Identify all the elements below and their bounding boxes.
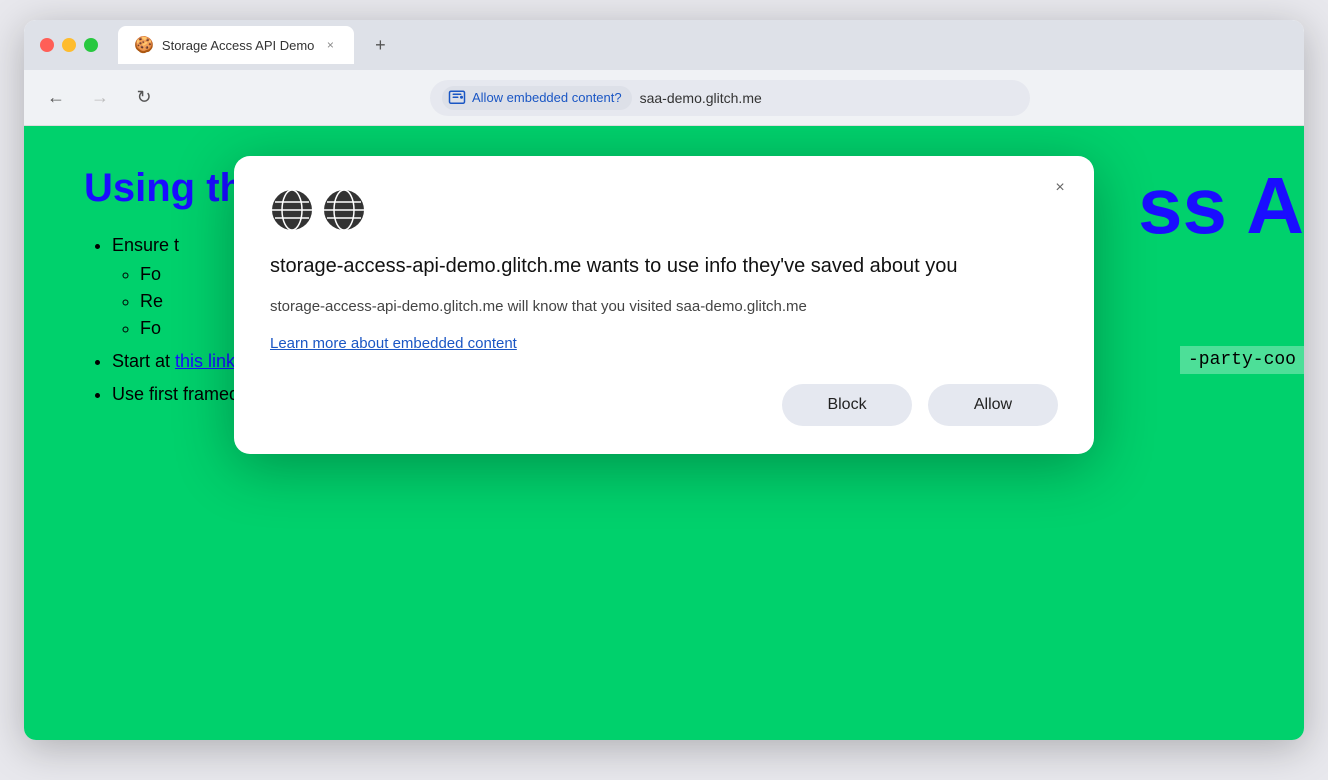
close-traffic-light[interactable]: [40, 38, 54, 52]
dialog-icons: [270, 188, 1058, 232]
tab-close-button[interactable]: ×: [322, 37, 338, 53]
back-button[interactable]: ←: [40, 82, 72, 114]
nav-bar: ← → ↻ Allow embedded content? saa-demo.g…: [24, 70, 1304, 126]
active-tab[interactable]: 🍪 Storage Access API Demo ×: [118, 26, 354, 64]
dialog-overlay: ×: [24, 126, 1304, 740]
browser-window: 🍪 Storage Access API Demo × + ← → ↻ Allo…: [24, 20, 1304, 740]
address-text: saa-demo.glitch.me: [640, 90, 1018, 106]
globe-icon-2: [322, 188, 366, 232]
tab-title: Storage Access API Demo: [162, 38, 314, 53]
minimize-traffic-light[interactable]: [62, 38, 76, 52]
maximize-traffic-light[interactable]: [84, 38, 98, 52]
permission-chip-label: Allow embedded content?: [472, 90, 622, 105]
new-tab-button[interactable]: +: [366, 31, 394, 59]
forward-button[interactable]: →: [84, 82, 116, 114]
address-bar[interactable]: Allow embedded content? saa-demo.glitch.…: [430, 80, 1030, 116]
traffic-lights: [40, 38, 98, 52]
dialog-title: storage-access-api-demo.glitch.me wants …: [270, 252, 1058, 280]
tab-favicon-icon: 🍪: [134, 35, 154, 55]
dialog-body: storage-access-api-demo.glitch.me will k…: [270, 296, 1058, 319]
learn-more-link[interactable]: Learn more about embedded content: [270, 335, 517, 352]
reload-button[interactable]: ↻: [128, 82, 160, 114]
globe-icon-1: [270, 188, 314, 232]
dialog-actions: Block Allow: [270, 384, 1058, 426]
page-content: ss A -party-coo Using thi Ensure t Fo Re…: [24, 126, 1304, 740]
embedded-content-icon: [448, 89, 466, 107]
title-bar: 🍪 Storage Access API Demo × +: [24, 20, 1304, 70]
allow-button[interactable]: Allow: [928, 384, 1058, 426]
permission-dialog: ×: [234, 156, 1094, 454]
block-button[interactable]: Block: [782, 384, 912, 426]
dialog-close-button[interactable]: ×: [1046, 174, 1074, 202]
permission-chip[interactable]: Allow embedded content?: [442, 86, 632, 110]
